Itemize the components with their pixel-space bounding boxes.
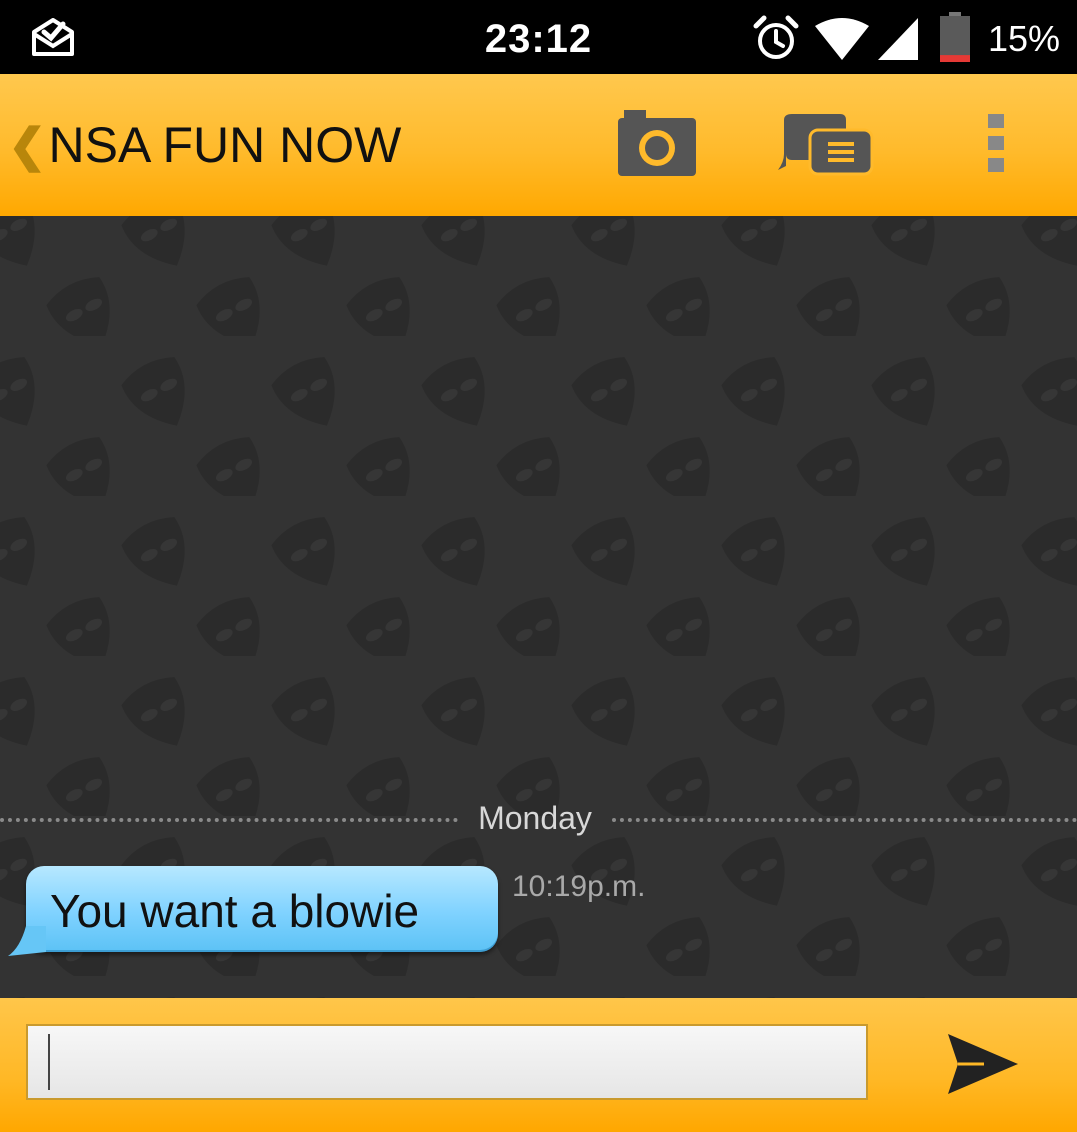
bubble-tail — [8, 926, 46, 956]
text-caret — [48, 1034, 50, 1090]
conversation-title: NSA FUN NOW — [48, 117, 402, 173]
battery-percent: 15% — [988, 18, 1061, 59]
battery-icon — [940, 12, 970, 62]
camera-icon[interactable] — [614, 110, 700, 180]
message-timestamp: 10:19p.m. — [512, 870, 646, 903]
back-button[interactable]: ❮ NSA FUN NOW — [8, 100, 401, 190]
saved-phrases-icon[interactable] — [776, 110, 876, 180]
alarm-icon — [753, 15, 799, 59]
status-bar: 23:12 15% — [0, 0, 1077, 74]
action-bar: ❮ NSA FUN NOW — [0, 74, 1077, 216]
date-divider: Monday — [0, 798, 1077, 838]
overflow-menu-icon[interactable] — [980, 110, 1014, 180]
divider-line-left — [0, 818, 458, 822]
wifi-icon — [815, 18, 869, 60]
message-input[interactable] — [26, 1024, 868, 1100]
message-text: You want a blowie — [50, 885, 420, 937]
divider-line-right — [612, 818, 1077, 822]
back-chevron-icon: ❮ — [8, 119, 47, 171]
notification-check-icon — [32, 18, 74, 56]
date-divider-label: Monday — [478, 800, 592, 836]
chat-screen: 23:12 15% ❮ NSA FUN NOW Monday You want … — [0, 0, 1077, 1132]
send-icon[interactable] — [944, 1030, 1020, 1098]
message-bubble[interactable]: You want a blowie — [8, 866, 498, 956]
cell-signal-icon — [878, 18, 918, 60]
chat-message-list[interactable]: Monday You want a blowie 10:19p.m. — [0, 216, 1077, 998]
message-composer — [0, 998, 1077, 1132]
